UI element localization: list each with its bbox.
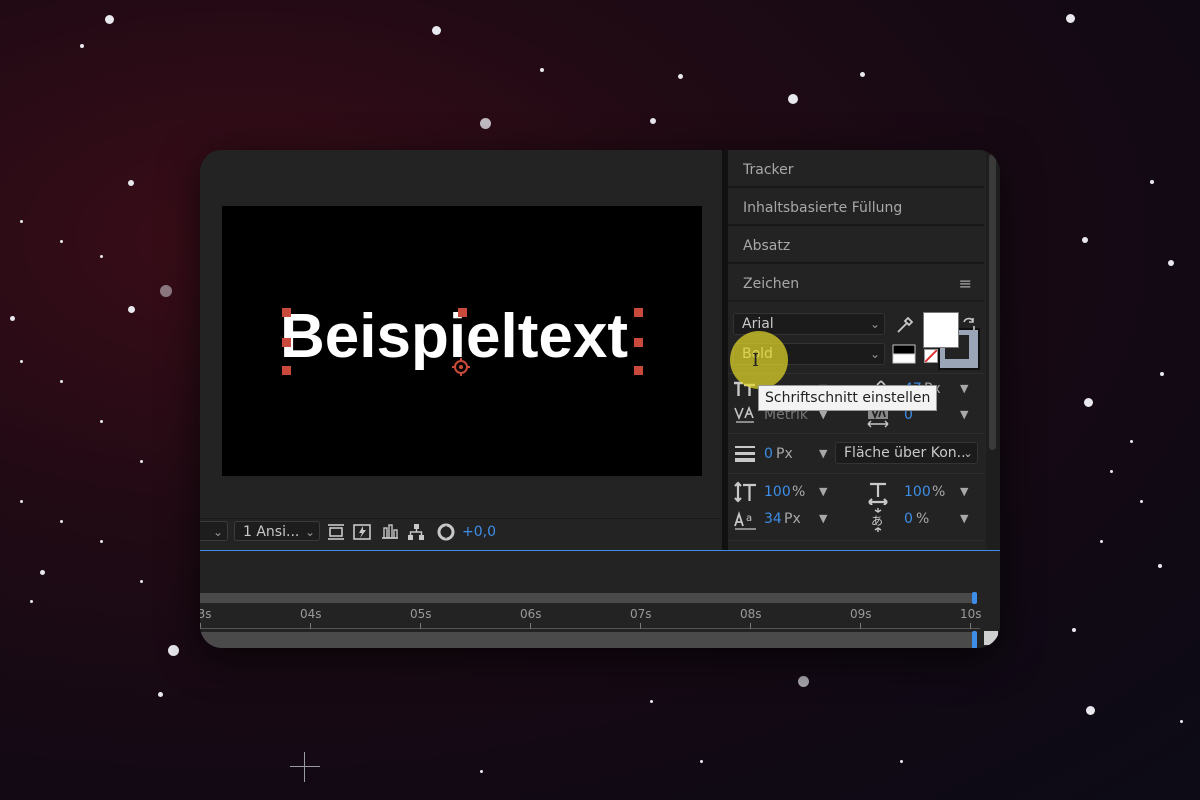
flowchart-icon[interactable] bbox=[406, 522, 426, 542]
baseline-shift-unit: Px bbox=[784, 511, 801, 527]
tsume-icon: あ bbox=[871, 508, 883, 532]
chevron-down-icon: ⌄ bbox=[212, 525, 223, 539]
bounding-box-handle[interactable] bbox=[282, 366, 291, 375]
vertical-scale-unit: % bbox=[792, 484, 806, 500]
work-area-bar[interactable] bbox=[200, 593, 972, 603]
separator bbox=[728, 433, 984, 434]
stroke-width-dropdown[interactable]: ▼ bbox=[819, 445, 827, 463]
svg-text:a: a bbox=[746, 513, 752, 524]
bounding-box-handle[interactable] bbox=[458, 308, 467, 317]
chevron-down-icon: ⌄ bbox=[962, 446, 973, 460]
views-value: 1 Ansi... bbox=[243, 524, 300, 540]
bounding-box-handle[interactable] bbox=[282, 308, 291, 317]
tab-content-aware-fill[interactable]: Inhaltsbasierte Füllung bbox=[728, 190, 984, 226]
font-family-value: Arial bbox=[742, 316, 774, 332]
layer-duration-bar[interactable] bbox=[200, 632, 972, 648]
horizontal-scale-icon bbox=[868, 482, 888, 505]
tsume-value[interactable]: 0 bbox=[904, 510, 913, 528]
time-tick-mark bbox=[530, 623, 531, 629]
stroke-width-icon bbox=[735, 446, 755, 462]
panel-menu-icon[interactable]: ≡ bbox=[959, 266, 972, 302]
bounding-box-handle[interactable] bbox=[634, 308, 643, 317]
kerning-icon bbox=[734, 405, 754, 423]
time-tick-label: 10s bbox=[960, 607, 982, 621]
baseline-shift-value[interactable]: 34 bbox=[764, 510, 782, 528]
stroke-type-select[interactable]: Fläche über Kon... ⌄ bbox=[835, 442, 978, 464]
views-select[interactable]: 1 Ansi... ⌄ bbox=[234, 521, 320, 541]
text-cursor-icon: I bbox=[752, 350, 760, 371]
tsume-unit: % bbox=[916, 511, 930, 527]
leading-dropdown[interactable]: ▼ bbox=[960, 380, 968, 398]
tab-character[interactable]: Zeichen ≡ bbox=[728, 266, 984, 302]
time-tick-label: 05s bbox=[410, 607, 432, 621]
timeline-toggle-icon[interactable] bbox=[380, 522, 400, 542]
time-tick-label: 06s bbox=[520, 607, 542, 621]
timeline-corner-icon bbox=[984, 631, 998, 645]
separator bbox=[728, 473, 984, 474]
timeline-panel: 03s 04s 05s 06s 07s 08s 09s 10s bbox=[200, 550, 1000, 648]
baseline-shift-dropdown[interactable]: ▼ bbox=[819, 510, 827, 528]
magnification-select[interactable]: ⌄ bbox=[200, 521, 228, 541]
horizontal-scale-value[interactable]: 100 bbox=[904, 483, 931, 501]
horizontal-scale-unit: % bbox=[932, 484, 946, 500]
chevron-down-icon: ⌄ bbox=[869, 347, 880, 361]
time-tick-label: 03s bbox=[200, 607, 212, 621]
anchor-point-icon[interactable] bbox=[452, 358, 470, 376]
time-tick-mark bbox=[640, 623, 641, 629]
composition-canvas[interactable]: Beispieltext bbox=[222, 206, 702, 476]
tooltip: Schriftschnitt einstellen bbox=[758, 385, 938, 411]
tsume-dropdown[interactable]: ▼ bbox=[960, 510, 968, 528]
time-tick-mark bbox=[750, 623, 751, 629]
scrollbar-thumb[interactable] bbox=[989, 154, 996, 450]
tracking-dropdown[interactable]: ▼ bbox=[960, 406, 968, 424]
time-tick-mark bbox=[200, 623, 201, 629]
tab-character-label: Zeichen bbox=[743, 276, 800, 292]
stroke-width-unit: Px bbox=[776, 446, 793, 462]
time-tick-label: 04s bbox=[300, 607, 322, 621]
stroke-width-value[interactable]: 0 bbox=[764, 445, 773, 463]
bounding-box-handle[interactable] bbox=[634, 338, 643, 347]
time-tick-mark bbox=[970, 623, 971, 629]
svg-text:あ: あ bbox=[871, 514, 883, 528]
time-tick-label: 08s bbox=[740, 607, 762, 621]
vertical-scale-dropdown[interactable]: ▼ bbox=[819, 483, 827, 501]
fast-preview-icon[interactable] bbox=[352, 522, 372, 542]
separator bbox=[728, 540, 984, 541]
swap-colors-icon[interactable] bbox=[961, 316, 977, 332]
horizontal-scale-dropdown[interactable]: ▼ bbox=[960, 483, 968, 501]
time-tick-label: 09s bbox=[850, 607, 872, 621]
stroke-type-value: Fläche über Kon... bbox=[844, 445, 971, 461]
bounding-box-handle[interactable] bbox=[282, 338, 291, 347]
vertical-scale-icon bbox=[734, 481, 756, 503]
time-ruler bbox=[200, 628, 980, 629]
fill-color-swatch[interactable] bbox=[923, 312, 959, 348]
chevron-down-icon: ⌄ bbox=[869, 317, 880, 331]
time-tick-mark bbox=[310, 623, 311, 629]
time-tick-mark bbox=[420, 623, 421, 629]
tab-paragraph[interactable]: Absatz bbox=[728, 228, 984, 264]
tab-tracker[interactable]: Tracker bbox=[728, 152, 984, 188]
reset-exposure-icon[interactable] bbox=[436, 522, 456, 542]
layer-out-point-handle[interactable] bbox=[972, 631, 977, 648]
viewer-toolbar: ⌄ 1 Ansi... ⌄ +0,0 bbox=[200, 518, 720, 545]
time-tick-mark bbox=[860, 623, 861, 629]
bounding-box-handle[interactable] bbox=[634, 366, 643, 375]
baseline-shift-icon: a bbox=[734, 511, 756, 530]
eyedropper-icon[interactable] bbox=[894, 314, 916, 336]
toggle-pixel-aspect-icon[interactable] bbox=[326, 522, 346, 542]
panel-scrollbar[interactable] bbox=[986, 150, 1000, 550]
exposure-value[interactable]: +0,0 bbox=[462, 522, 496, 542]
no-color-icon[interactable] bbox=[924, 349, 938, 363]
crosshair-cursor-icon bbox=[290, 752, 320, 782]
fill-stroke-swap-icon[interactable] bbox=[892, 344, 916, 364]
chevron-down-icon: ⌄ bbox=[304, 525, 315, 539]
work-area-end-handle[interactable] bbox=[972, 592, 977, 604]
vertical-scale-value[interactable]: 100 bbox=[764, 483, 791, 501]
time-tick-label: 07s bbox=[630, 607, 652, 621]
